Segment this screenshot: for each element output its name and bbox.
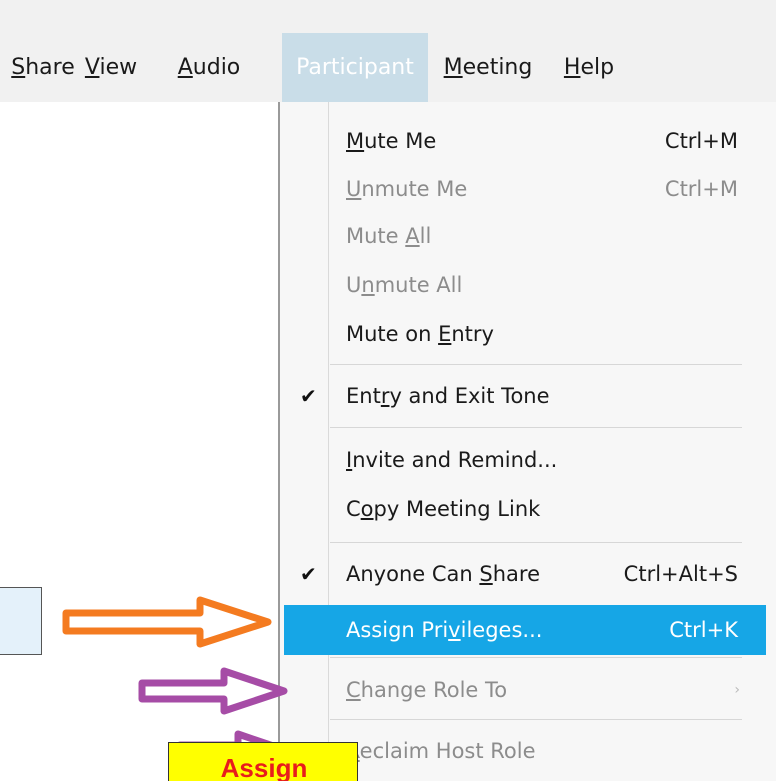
menu-item-label: Unmute All [346, 273, 463, 297]
annotation-yellow-label-box: Assign [168, 742, 358, 781]
menu-item-unmute-all[interactable]: Unmute All [280, 260, 766, 310]
menu-audio-mnemonic: A [177, 55, 193, 80]
menu-help-label-rest: elp [580, 55, 615, 80]
check-icon: ✔ [300, 562, 317, 586]
menu-item-unmute-me[interactable]: Unmute Me Ctrl+M [280, 164, 766, 214]
menu-item-change-role-to[interactable]: Change Role To › [280, 665, 766, 715]
menu-participant-label: Participant [296, 55, 414, 80]
menu-item-label: Mute Me [346, 129, 437, 153]
menu-item-label: Mute on Entry [346, 322, 494, 346]
menu-item-shortcut: Ctrl+M [664, 177, 738, 201]
menu-item-shortcut: Ctrl+M [664, 129, 738, 153]
menu-item-assign-privileges[interactable]: Assign Privileges... Ctrl+K [284, 605, 766, 655]
menu-item-mute-all[interactable]: Mute All [280, 211, 766, 261]
menu-item-shortcut: Ctrl+Alt+S [623, 562, 738, 586]
menu-view-label-rest: iew [99, 55, 138, 80]
menu-share-label-rest: hare [25, 55, 75, 80]
menu-item-label: Entry and Exit Tone [346, 384, 550, 408]
menu-separator [330, 542, 742, 543]
menu-participant[interactable]: Participant [282, 33, 428, 102]
menu-audio[interactable]: Audio [144, 33, 274, 102]
participant-dropdown-menu: Mute Me Ctrl+M Unmute Me Ctrl+M Mute All… [278, 102, 776, 781]
menu-separator [330, 364, 742, 365]
menu-item-entry-exit-tone[interactable]: ✔ Entry and Exit Tone [280, 371, 766, 421]
purple-arrow-icon [138, 667, 288, 715]
menu-share[interactable]: Share [8, 33, 78, 102]
menu-item-label: Reclaim Host Role [346, 739, 536, 763]
annotation-yellow-label: Assign [220, 753, 308, 781]
menu-share-mnemonic: S [11, 55, 26, 80]
submenu-chevron-icon: › [734, 682, 740, 698]
orange-arrow-icon [62, 596, 272, 648]
menu-item-invite-and-remind[interactable]: Invite and Remind... [280, 435, 766, 485]
menu-item-copy-meeting-link[interactable]: Copy Meeting Link [280, 484, 766, 534]
menu-meeting-label-rest: eeting [462, 55, 533, 80]
menu-audio-label-rest: udio [192, 55, 241, 80]
menu-meeting[interactable]: Meeting [432, 33, 544, 102]
menu-view-mnemonic: V [84, 55, 100, 80]
menu-item-mute-me[interactable]: Mute Me Ctrl+M [280, 116, 766, 166]
menu-help[interactable]: Help [556, 33, 622, 102]
menu-bar: Share View Audio Participant Meeting Hel… [0, 0, 776, 102]
menu-help-mnemonic: H [563, 55, 581, 80]
menu-item-label: Copy Meeting Link [346, 497, 541, 521]
menu-item-label: Unmute Me [346, 177, 468, 201]
menu-separator [330, 427, 742, 428]
menu-item-label: Mute All [346, 224, 432, 248]
menu-meeting-mnemonic: M [443, 55, 463, 80]
menu-item-label: Change Role To [346, 678, 508, 702]
check-icon: ✔ [300, 384, 317, 408]
menu-view[interactable]: View [82, 33, 140, 102]
menu-item-anyone-can-share[interactable]: ✔ Anyone Can Share Ctrl+Alt+S [280, 549, 766, 599]
menu-item-label: Invite and Remind... [346, 448, 558, 472]
menu-item-shortcut: Ctrl+K [669, 618, 738, 642]
menu-item-label: Assign Privileges... [346, 618, 543, 642]
annotation-callout-box [0, 587, 42, 655]
menu-item-mute-on-entry[interactable]: Mute on Entry [280, 309, 766, 359]
menu-item-label: Anyone Can Share [346, 562, 540, 586]
menu-separator [330, 719, 742, 720]
menu-separator [330, 657, 742, 658]
